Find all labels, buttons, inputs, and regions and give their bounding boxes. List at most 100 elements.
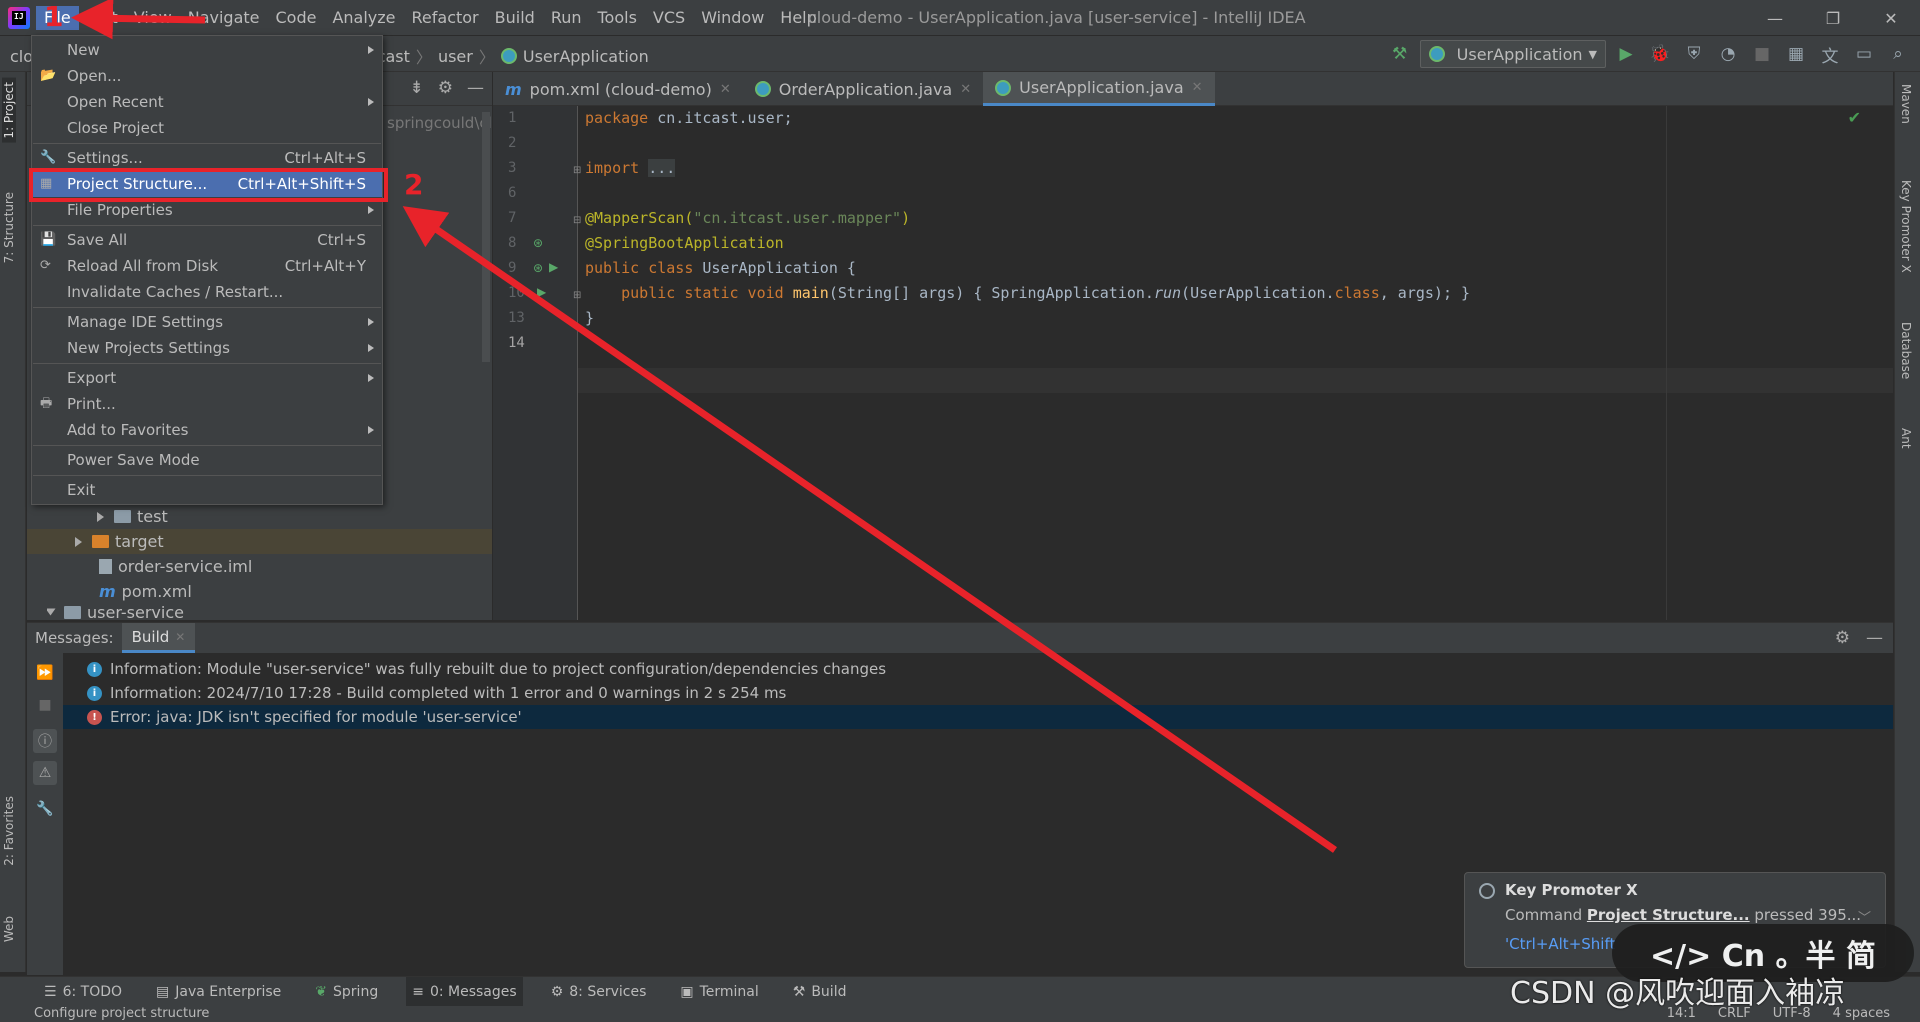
build-hammer-icon[interactable]: ⚒ — [1386, 40, 1414, 68]
notification-link[interactable]: 'Ctrl+Alt+Shift — [1505, 935, 1615, 953]
run-gutter-icon[interactable]: ▶ — [549, 260, 558, 274]
tab-build[interactable]: Build ✕ — [121, 622, 196, 653]
line-number: 8 — [508, 235, 517, 251]
tab-services[interactable]: ⚙ 8: Services — [545, 977, 653, 1007]
gear-icon[interactable]: ⚙ — [1835, 628, 1850, 648]
close-icon[interactable]: ✕ — [960, 82, 971, 97]
file-icon — [99, 559, 112, 574]
message-row[interactable]: i Information: 2024/7/10 17:28 - Build co… — [63, 681, 1893, 705]
info-filter-icon[interactable]: ⓘ — [33, 729, 57, 753]
tab-todo[interactable]: ☰ 6: TODO — [38, 977, 128, 1007]
menu-item-close-project[interactable]: Close Project — [32, 115, 382, 141]
tree-item[interactable]: order-service.iml — [99, 554, 252, 579]
menu-item-manage-ide-settings[interactable]: Manage IDE Settings — [32, 309, 382, 335]
tab-project[interactable]: 1: Project — [2, 78, 16, 143]
tab-maven[interactable]: Maven — [1899, 84, 1913, 124]
stop-icon[interactable]: ■ — [1748, 40, 1776, 68]
tab-key-promoter[interactable]: Key Promoter X — [1899, 180, 1913, 273]
tab-favorites[interactable]: 2: Favorites — [2, 792, 16, 870]
translate-icon[interactable]: 文 — [1816, 40, 1844, 68]
menu-item-reload[interactable]: ⟳ Reload All from Disk Ctrl+Alt+Y — [32, 253, 382, 279]
tree-item[interactable]: m pom.xml — [99, 579, 192, 604]
menu-build[interactable]: Build — [487, 6, 543, 30]
project-structure-icon[interactable]: ▦ — [1782, 40, 1810, 68]
tab-build-window[interactable]: ⚒ Build — [787, 977, 853, 1007]
run-config-select[interactable]: UserApplication ▼ — [1419, 40, 1606, 68]
close-button[interactable]: ✕ — [1862, 0, 1920, 36]
menu-navigate[interactable]: Navigate — [180, 6, 268, 30]
scrollbar[interactable] — [482, 112, 490, 362]
breadcrumb-item[interactable]: clo — [10, 47, 33, 66]
menu-item-open[interactable]: 📂 Open... — [32, 63, 382, 89]
profile-icon[interactable]: ◔ — [1714, 40, 1742, 68]
tab-structure[interactable]: 7: Structure — [2, 188, 16, 267]
menu-item-export[interactable]: Export — [32, 365, 382, 391]
menu-vcs[interactable]: VCS — [645, 6, 693, 30]
menu-code[interactable]: Code — [268, 6, 325, 30]
tree-item[interactable]: user-service — [47, 604, 397, 620]
rerun-icon[interactable]: ⏩ — [33, 661, 57, 685]
tab-web[interactable]: Web — [2, 912, 16, 946]
fold-icon[interactable]: ⊞ — [573, 290, 581, 301]
menu-view[interactable]: View — [126, 6, 180, 30]
breadcrumb-item[interactable]: user — [438, 47, 473, 66]
hide-icon[interactable]: — — [467, 78, 484, 98]
tab-pom[interactable]: m pom.xml (cloud-demo) ✕ — [493, 72, 743, 106]
fold-icon[interactable]: ⊟ — [573, 215, 581, 226]
gear-icon[interactable]: ⚙ — [438, 78, 453, 98]
spring-bean-icon[interactable]: ⊛ — [533, 236, 543, 250]
minimize-button[interactable]: — — [1746, 0, 1804, 36]
tab-terminal[interactable]: ▣ Terminal — [674, 977, 764, 1007]
wrench-icon[interactable]: 🔧 — [33, 797, 57, 821]
menu-item-open-recent[interactable]: Open Recent — [32, 89, 382, 115]
tab-database[interactable]: Database — [1899, 322, 1913, 379]
search-icon[interactable]: ⌕ — [1884, 40, 1912, 68]
menu-edit[interactable]: Edit — [79, 6, 126, 30]
coverage-icon[interactable]: ⛨ — [1680, 40, 1708, 68]
menu-run[interactable]: Run — [543, 6, 590, 30]
messages-toolbar: ⏩ ■ ⓘ ⚠ 🔧 — [27, 653, 63, 975]
tab-user-application[interactable]: UserApplication.java ✕ — [983, 72, 1215, 106]
menu-item-print[interactable]: 🖶 Print... — [32, 391, 382, 417]
fold-icon[interactable]: ⊞ — [573, 165, 581, 176]
menu-item-new-projects-settings[interactable]: New Projects Settings — [32, 335, 382, 361]
menu-item-save-all[interactable]: 💾 Save All Ctrl+S — [32, 227, 382, 253]
tab-ant[interactable]: Ant — [1899, 428, 1913, 449]
tab-spring[interactable]: ❦ Spring — [309, 977, 384, 1007]
warning-filter-icon[interactable]: ⚠ — [33, 761, 57, 785]
menu-refactor[interactable]: Refactor — [404, 6, 487, 30]
spring-bean-icon[interactable]: ⊛ — [533, 261, 543, 275]
menu-analyze[interactable]: Analyze — [324, 6, 403, 30]
menu-item-new[interactable]: New — [32, 37, 382, 63]
close-icon[interactable]: ✕ — [1192, 80, 1203, 95]
tab-messages[interactable]: ≡ 0: Messages — [406, 976, 523, 1007]
right-margin — [1666, 106, 1667, 620]
stop-icon[interactable]: ■ — [33, 693, 57, 717]
info-icon: i — [87, 685, 102, 701]
debug-icon[interactable]: 🐞 — [1646, 40, 1674, 68]
collapse-all-icon[interactable]: ⇟ — [410, 78, 424, 98]
restore-button[interactable]: ❐ — [1804, 0, 1862, 36]
message-row[interactable]: i Information: Module "user-service" was … — [63, 657, 1893, 681]
tab-order-application[interactable]: OrderApplication.java ✕ — [743, 72, 983, 106]
menu-item-invalidate-caches[interactable]: Invalidate Caches / Restart... — [32, 279, 382, 305]
menu-window[interactable]: Window — [693, 6, 772, 30]
run-gutter-icon[interactable]: ▶ — [537, 285, 546, 299]
tree-item[interactable]: test — [97, 504, 168, 529]
menu-item-exit[interactable]: Exit — [32, 477, 382, 503]
breadcrumb-item[interactable]: UserApplication — [523, 47, 649, 66]
tree-item[interactable]: target — [27, 529, 492, 554]
close-icon[interactable]: ✕ — [720, 82, 731, 97]
hide-icon[interactable]: — — [1866, 628, 1883, 648]
tab-java-enterprise[interactable]: ▤ Java Enterprise — [150, 977, 287, 1007]
layout-icon[interactable]: ▭ — [1850, 40, 1878, 68]
message-row[interactable]: ! Error: java: JDK isn't specified for mo… — [63, 705, 1893, 729]
close-icon[interactable]: ✕ — [175, 622, 185, 652]
run-icon[interactable]: ▶ — [1612, 40, 1640, 68]
messages-icon: ≡ — [412, 983, 424, 1000]
menu-item-add-to-favorites[interactable]: Add to Favorites — [32, 417, 382, 443]
reload-icon: ⟳ — [40, 258, 51, 273]
menu-item-power-save-mode[interactable]: Power Save Mode — [32, 447, 382, 473]
menu-tools[interactable]: Tools — [590, 6, 645, 30]
inspection-ok-icon[interactable]: ✔ — [1848, 108, 1861, 127]
